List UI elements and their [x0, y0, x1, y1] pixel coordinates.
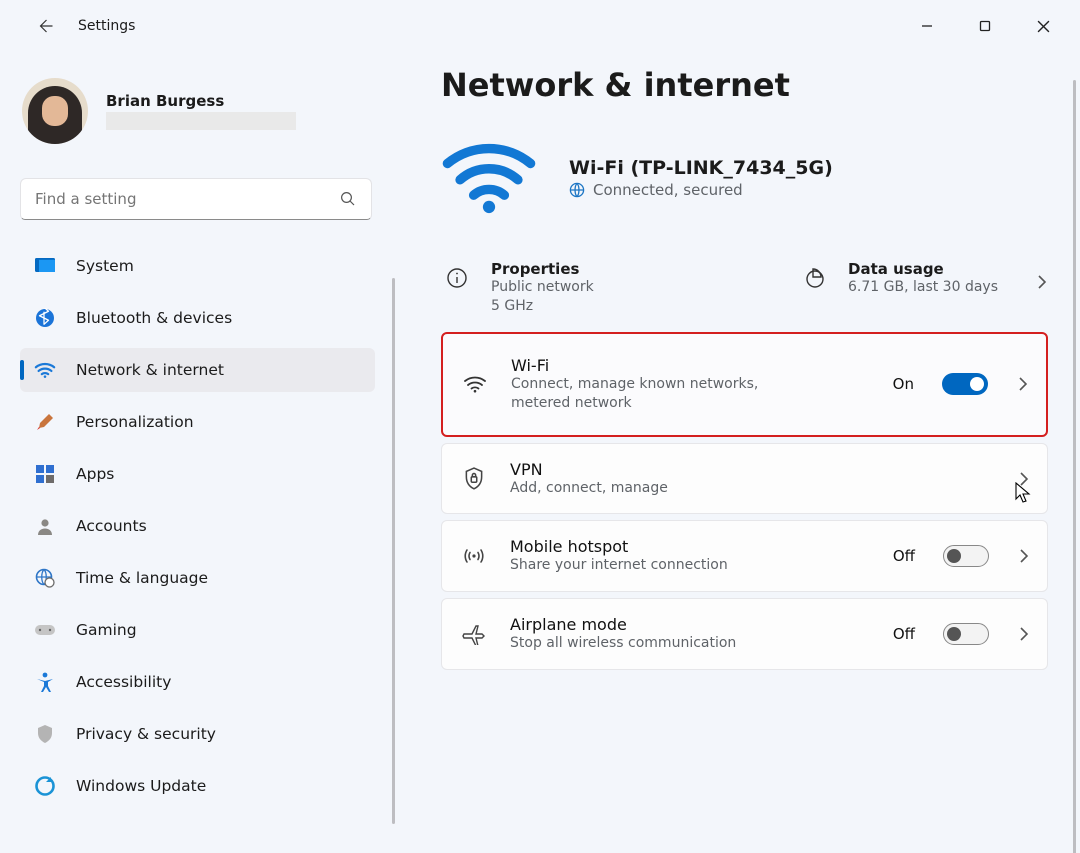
data-usage-card[interactable]: Data usage 6.71 GB, last 30 days [798, 256, 1048, 320]
sidebar-item-label: Personalization [76, 413, 194, 431]
airplane-settings-row[interactable]: Airplane mode Stop all wireless communic… [441, 598, 1048, 670]
vpn-row-title: VPN [510, 460, 989, 479]
search-box[interactable] [20, 178, 372, 220]
airplane-toggle[interactable] [943, 623, 989, 645]
close-icon [1037, 20, 1050, 33]
gamepad-icon [34, 619, 56, 641]
sidebar-item-network[interactable]: Network & internet [20, 348, 375, 392]
sidebar-item-label: Windows Update [76, 777, 206, 795]
wifi-row-title: Wi-Fi [511, 356, 871, 375]
sidebar-item-label: System [76, 257, 134, 275]
sidebar-item-windows-update[interactable]: Windows Update [20, 764, 375, 808]
hotspot-row-title: Mobile hotspot [510, 537, 871, 556]
connection-name: Wi-Fi (TP-LINK_7434_5G) [569, 157, 833, 179]
maximize-icon [979, 20, 991, 32]
properties-line1: Public network [491, 278, 594, 297]
hotspot-settings-row[interactable]: Mobile hotspot Share your internet conne… [441, 520, 1048, 592]
airplane-row-subtitle: Stop all wireless communication [510, 634, 770, 653]
paintbrush-icon [34, 411, 56, 433]
avatar [22, 78, 88, 144]
airplane-row-title: Airplane mode [510, 615, 871, 634]
sidebar-item-accounts[interactable]: Accounts [20, 504, 375, 548]
nav-list: System Bluetooth & devices Network & int… [20, 244, 375, 808]
properties-title: Properties [491, 260, 594, 278]
back-button[interactable] [30, 11, 60, 41]
properties-card[interactable]: Properties Public network 5 GHz [441, 256, 798, 320]
properties-line2: 5 GHz [491, 297, 594, 316]
sidebar-item-system[interactable]: System [20, 244, 375, 288]
user-profile[interactable]: Brian Burgess [22, 78, 375, 144]
search-input[interactable] [35, 190, 339, 208]
chevron-right-icon [1019, 548, 1029, 564]
chevron-right-icon [1019, 626, 1029, 642]
sidebar-item-bluetooth[interactable]: Bluetooth & devices [20, 296, 375, 340]
main-scrollbar[interactable] [1073, 80, 1076, 853]
sidebar-item-label: Time & language [76, 569, 208, 587]
data-usage-detail: 6.71 GB, last 30 days [848, 278, 998, 297]
display-icon [34, 255, 56, 277]
person-icon [34, 515, 56, 537]
update-icon [34, 775, 56, 797]
connection-hero: Wi-Fi (TP-LINK_7434_5G) Connected, secur… [441, 136, 1048, 220]
shield-lock-icon [460, 467, 488, 491]
chevron-right-icon [1019, 471, 1029, 487]
main-content: Network & internet Wi-Fi (TP-LINK_7434_5… [395, 52, 1080, 853]
connection-status: Connected, secured [593, 181, 743, 199]
sidebar-item-label: Bluetooth & devices [76, 309, 232, 327]
app-title: Settings [78, 18, 135, 34]
accessibility-icon [34, 671, 56, 693]
shield-icon [34, 723, 56, 745]
wifi-icon-large [441, 136, 537, 220]
user-email-redacted [106, 112, 296, 130]
data-usage-title: Data usage [848, 260, 998, 278]
sidebar-item-label: Gaming [76, 621, 137, 639]
page-title: Network & internet [441, 66, 1048, 104]
sidebar-item-label: Privacy & security [76, 725, 216, 743]
sidebar-item-gaming[interactable]: Gaming [20, 608, 375, 652]
wifi-icon [461, 374, 489, 394]
sidebar-item-label: Accounts [76, 517, 147, 535]
sidebar-item-personalization[interactable]: Personalization [20, 400, 375, 444]
sidebar-item-privacy[interactable]: Privacy & security [20, 712, 375, 756]
hotspot-toggle[interactable] [943, 545, 989, 567]
minimize-icon [921, 20, 933, 32]
sidebar-item-apps[interactable]: Apps [20, 452, 375, 496]
hotspot-row-subtitle: Share your internet connection [510, 556, 770, 575]
window-close-button[interactable] [1014, 6, 1072, 46]
sidebar: Brian Burgess System Bluetooth & devi [0, 52, 395, 853]
arrow-left-icon [36, 17, 54, 35]
globe-icon [569, 182, 585, 198]
sidebar-item-accessibility[interactable]: Accessibility [20, 660, 375, 704]
sidebar-item-label: Apps [76, 465, 114, 483]
sidebar-item-label: Accessibility [76, 673, 171, 691]
user-name: Brian Burgess [106, 92, 296, 110]
sidebar-item-time-language[interactable]: Time & language [20, 556, 375, 600]
info-icon [441, 262, 473, 294]
globe-clock-icon [34, 567, 56, 589]
chevron-right-icon [1036, 274, 1048, 290]
airplane-icon [460, 623, 488, 645]
hotspot-state-label: Off [893, 547, 915, 565]
sidebar-item-label: Network & internet [76, 361, 224, 379]
titlebar: Settings [0, 0, 1080, 52]
chevron-right-icon [1018, 376, 1028, 392]
wifi-row-subtitle: Connect, manage known networks, metered … [511, 375, 771, 413]
vpn-settings-row[interactable]: VPN Add, connect, manage [441, 443, 1048, 515]
wifi-icon [34, 359, 56, 381]
wifi-toggle[interactable] [942, 373, 988, 395]
pie-chart-icon [798, 262, 830, 294]
search-icon [339, 190, 357, 208]
airplane-state-label: Off [893, 625, 915, 643]
wifi-state-label: On [893, 375, 914, 393]
bluetooth-icon [34, 307, 56, 329]
window-maximize-button[interactable] [956, 6, 1014, 46]
window-minimize-button[interactable] [898, 6, 956, 46]
apps-icon [34, 463, 56, 485]
wifi-settings-row[interactable]: Wi-Fi Connect, manage known networks, me… [441, 332, 1048, 437]
vpn-row-subtitle: Add, connect, manage [510, 479, 770, 498]
hotspot-icon [460, 546, 488, 566]
